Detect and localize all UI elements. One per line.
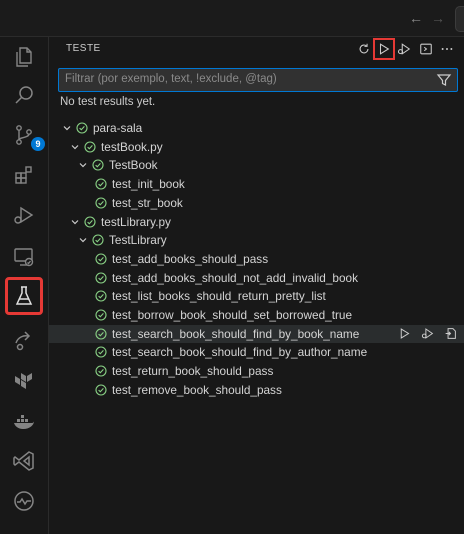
chevron-down-icon[interactable] xyxy=(61,122,73,134)
title-bar: ← → xyxy=(0,0,464,37)
passed-icon xyxy=(95,253,107,265)
row-actions xyxy=(396,326,458,342)
passed-icon xyxy=(95,384,107,396)
passed-icon xyxy=(92,234,104,246)
test-tree-item[interactable]: test_add_books_should_not_add_invalid_bo… xyxy=(49,269,464,287)
passed-icon xyxy=(84,215,96,228)
test-tree-item-label: TestLibrary xyxy=(109,233,167,248)
passed-icon xyxy=(95,309,107,321)
passed-icon xyxy=(95,178,107,190)
passed-icon xyxy=(95,290,107,302)
debug-test-icon[interactable] xyxy=(419,326,435,342)
test-tree-item[interactable]: test_search_book_should_find_by_book_nam… xyxy=(49,324,464,343)
panel-header: TESTE xyxy=(49,37,464,61)
chevron-down-icon[interactable] xyxy=(69,216,81,228)
testing-panel: TESTE Filtrar (por exemplo, text, !exclu… xyxy=(49,37,464,534)
command-center[interactable] xyxy=(455,6,464,32)
panel-title: TESTE xyxy=(66,43,101,54)
live-share-icon[interactable] xyxy=(8,325,40,357)
test-tree-item[interactable]: test_return_book_should_pass xyxy=(49,362,464,380)
test-tree-item[interactable]: test_list_books_should_return_pretty_lis… xyxy=(49,287,464,305)
passed-icon xyxy=(92,159,104,171)
visual-studio-icon[interactable] xyxy=(8,445,40,477)
source-control-icon[interactable]: 9 xyxy=(8,119,45,151)
test-tree-item-label: TestBook xyxy=(109,158,158,173)
passed-icon xyxy=(95,272,107,284)
test-tree-item-label: test_list_books_should_return_pretty_lis… xyxy=(112,289,326,304)
chevron-down-icon[interactable] xyxy=(77,159,89,171)
test-tree-item-label: test_search_book_should_find_by_book_nam… xyxy=(112,326,360,341)
files-icon[interactable] xyxy=(8,41,40,73)
docker-icon[interactable] xyxy=(8,405,40,437)
pulse-icon[interactable] xyxy=(8,485,40,517)
test-tree-item[interactable]: testBook.py xyxy=(49,138,464,156)
source-control-badge: 9 xyxy=(31,137,45,151)
test-filter-input[interactable]: Filtrar (por exemplo, text, !exclude, @t… xyxy=(58,68,458,92)
chevron-down-icon[interactable] xyxy=(77,234,89,246)
no-results-message: No test results yet. xyxy=(60,96,156,108)
chevron-down-icon[interactable] xyxy=(69,141,81,153)
run-test-icon[interactable] xyxy=(396,326,412,342)
terraform-icon[interactable] xyxy=(8,365,40,397)
test-tree-item[interactable]: test_init_book xyxy=(49,175,464,193)
activity-bar: 9 xyxy=(0,37,49,534)
test-tree-item-label: test_add_books_should_pass xyxy=(112,251,269,266)
filter-placeholder: Filtrar (por exemplo, text, !exclude, @t… xyxy=(65,73,277,85)
test-tree-item[interactable]: test_search_book_should_find_by_author_n… xyxy=(49,343,464,361)
run-debug-icon[interactable] xyxy=(8,199,40,231)
go-to-test-icon[interactable] xyxy=(442,326,458,342)
run-all-icon[interactable] xyxy=(373,38,395,60)
test-tree-item-label: para-sala xyxy=(93,121,143,135)
refresh-icon[interactable] xyxy=(355,40,373,58)
test-tree-item-label: test_return_book_should_pass xyxy=(112,364,274,379)
passed-icon xyxy=(76,122,88,134)
test-tree-item[interactable]: test_remove_book_should_pass xyxy=(49,381,464,399)
debug-all-icon[interactable] xyxy=(395,40,413,58)
test-tree-item-label: test_init_book xyxy=(112,177,185,192)
test-tree-item-label: testBook.py xyxy=(101,139,163,154)
passed-icon xyxy=(95,346,107,358)
funnel-icon[interactable] xyxy=(436,72,452,88)
arrow-left-icon[interactable]: ← xyxy=(408,10,424,26)
test-tree-item-label: test_borrow_book_should_set_borrowed_tru… xyxy=(112,308,353,322)
test-tree-item[interactable]: para-sala xyxy=(49,119,464,137)
arrow-right-icon[interactable]: → xyxy=(430,10,446,26)
test-tree-item[interactable]: TestLibrary xyxy=(49,231,464,249)
test-tree-item[interactable]: test_add_books_should_pass xyxy=(49,250,464,268)
test-tree-item-label: test_remove_book_should_pass xyxy=(112,382,282,397)
search-icon[interactable] xyxy=(8,79,40,111)
test-tree-item[interactable]: testLibrary.py xyxy=(49,213,464,231)
terminal-icon[interactable] xyxy=(417,40,435,58)
test-tree-item-label: test_add_books_should_not_add_invalid_bo… xyxy=(112,270,358,285)
passed-icon xyxy=(95,328,107,340)
test-tree-item[interactable]: test_str_book xyxy=(49,194,464,212)
remote-explorer-icon[interactable] xyxy=(8,241,40,273)
passed-icon xyxy=(84,141,96,153)
passed-icon xyxy=(95,197,107,209)
test-tree-item-label: test_search_book_should_find_by_author_n… xyxy=(112,345,368,360)
flask-icon[interactable] xyxy=(5,277,43,315)
passed-icon xyxy=(95,365,107,377)
test-tree-item-label: test_str_book xyxy=(112,195,183,210)
test-tree-item-label: testLibrary.py xyxy=(101,214,171,229)
more-icon[interactable] xyxy=(438,40,456,58)
test-tree-item[interactable]: test_borrow_book_should_set_borrowed_tru… xyxy=(49,306,464,324)
test-tree-item[interactable]: TestBook xyxy=(49,156,464,174)
extensions-icon[interactable] xyxy=(8,159,40,191)
